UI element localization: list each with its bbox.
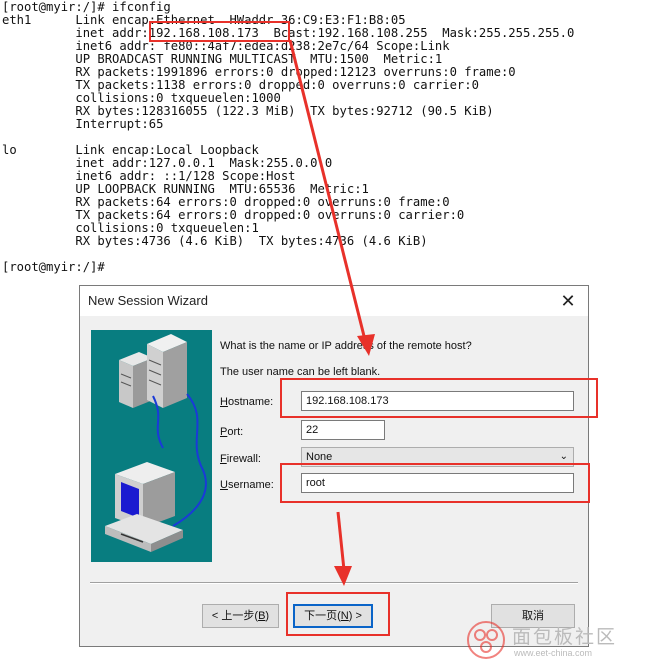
note-text: The user name can be left blank. [220,366,381,378]
username-label: Username: [220,479,274,491]
watermark: 面包板社区 www.eet-china.com [466,620,642,664]
port-input[interactable]: 22 [301,420,385,440]
terminal-output: [root@myir:/]# ifconfig eth1 Link encap:E… [0,0,645,280]
port-label: Port: [220,426,244,438]
firewall-value: None [306,451,333,463]
terminal-line: RX bytes:4736 (4.6 KiB) TX bytes:4736 (4… [2,234,428,248]
back-button[interactable]: < 上一步(B) [202,604,279,628]
hostname-highlight-box [280,378,598,418]
terminal-line: [root@myir:/]# [2,260,105,274]
ip-highlight-box [149,21,290,42]
hostname-label: Hostname: [220,396,274,408]
watermark-logo-icon [467,621,505,659]
question-text: What is the name or IP address of the re… [220,340,472,352]
computer-icon [105,462,183,552]
next-highlight-box [286,592,390,636]
firewall-label: Firewall: [220,453,261,465]
dialog-title: New Session Wizard [88,293,208,308]
close-icon[interactable]: ✕ [557,290,579,312]
dialog-titlebar: New Session Wizard ✕ [80,286,588,316]
terminal-line: Interrupt:65 [2,117,164,131]
watermark-text: 面包板社区 [512,627,618,648]
username-highlight-box [280,463,590,503]
divider [90,582,578,584]
wizard-illustration [91,330,212,562]
watermark-url: www.eet-china.com [514,648,593,658]
